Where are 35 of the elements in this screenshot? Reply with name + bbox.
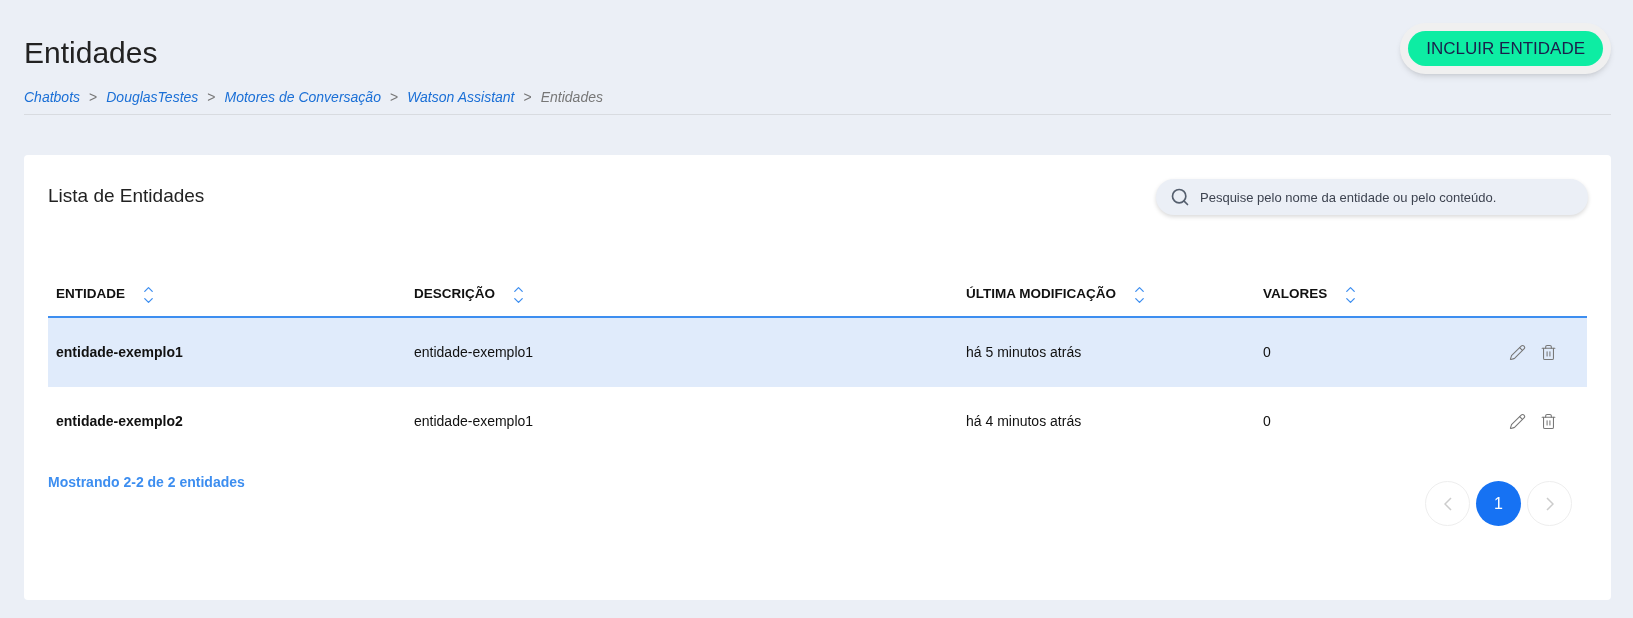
table-cell: há 5 minutos atrás xyxy=(966,344,1082,360)
results-summary: Mostrando 2-2 de 2 entidades xyxy=(48,473,245,492)
breadcrumb-separator: > xyxy=(89,88,98,107)
table-cell: entidade-exemplo1 xyxy=(56,344,183,360)
breadcrumb-link[interactable]: Entidades xyxy=(540,87,603,108)
column-header[interactable]: DESCRIÇÃO xyxy=(414,284,495,305)
column-header[interactable]: ÚLTIMA MODIFICAÇÃO xyxy=(966,284,1116,305)
table-cell: entidade-exemplo2 xyxy=(56,413,183,429)
table-cell: entidade-exemplo1 xyxy=(414,344,534,360)
page-title: Entidades xyxy=(24,35,159,71)
search-field[interactable]: Pesquise pelo nome da entidade ou pelo conteúdo. xyxy=(1156,179,1588,215)
table-cell: 0 xyxy=(1263,413,1271,429)
table-cell: entidade-exemplo1 xyxy=(414,413,534,429)
breadcrumb-link[interactable]: DouglasTestes xyxy=(106,87,199,108)
card-title: Lista de Entidades xyxy=(48,184,205,208)
column-header[interactable]: VALORES xyxy=(1263,284,1328,305)
breadcrumb-link[interactable]: Chatbots xyxy=(24,87,81,108)
trash-icon[interactable] xyxy=(1540,413,1557,430)
chevron-right-icon xyxy=(1545,496,1554,511)
edit-icon[interactable] xyxy=(1509,344,1526,361)
column-header[interactable]: ENTIDADE xyxy=(56,284,125,305)
page-button[interactable]: 1 xyxy=(1476,481,1521,526)
breadcrumb-link[interactable]: Watson Assistant xyxy=(407,87,515,108)
search-icon xyxy=(1170,187,1190,207)
chevron-left-icon xyxy=(1443,496,1452,511)
breadcrumb-separator: > xyxy=(207,88,216,107)
edit-icon[interactable] xyxy=(1509,413,1526,430)
table-cell: há 4 minutos atrás xyxy=(966,413,1082,429)
breadcrumb-separator: > xyxy=(523,88,532,107)
table-cell: 0 xyxy=(1263,344,1271,360)
add-entity-button[interactable]: INCLUIR ENTIDADE xyxy=(1408,31,1603,66)
table-row[interactable]: entidade-exemplo1 entidade-exemplo1 há 5 minutos atrás 0 xyxy=(48,318,1587,387)
breadcrumb-link[interactable]: Motores de Conversação xyxy=(224,87,381,108)
breadcrumb-separator: > xyxy=(389,88,399,107)
trash-icon[interactable] xyxy=(1540,344,1557,361)
